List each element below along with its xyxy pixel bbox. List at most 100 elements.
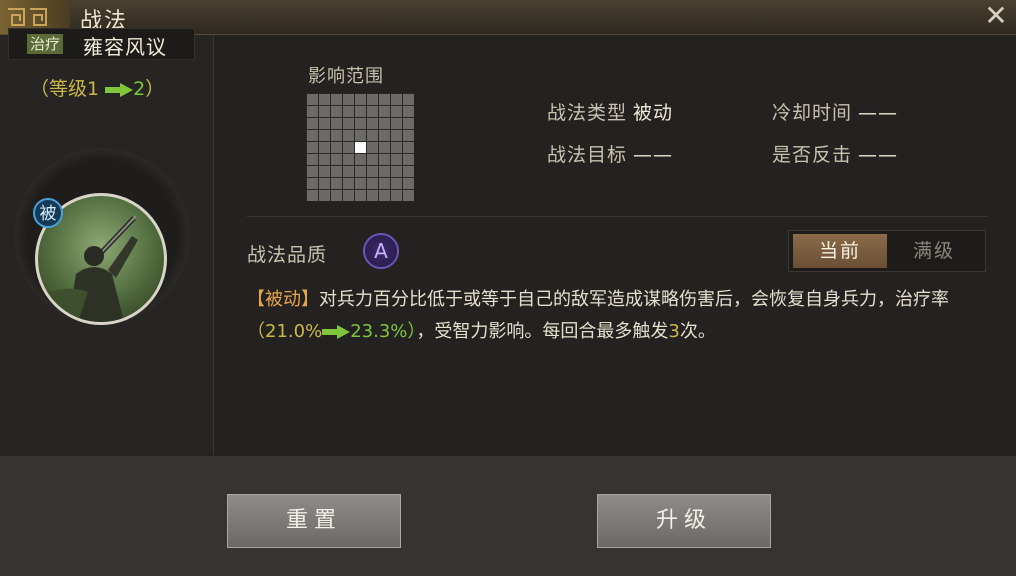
- range-cell: [307, 142, 318, 153]
- range-cell: [307, 190, 318, 201]
- range-cell: [391, 190, 402, 201]
- range-cell: [403, 142, 414, 153]
- range-cell: [343, 154, 354, 165]
- range-cell: [307, 106, 318, 117]
- level-to: 2: [133, 78, 146, 100]
- range-cell: [379, 190, 390, 201]
- desc-tag: 【被动】: [247, 289, 319, 310]
- range-cell: [331, 190, 342, 201]
- range-cell: [367, 190, 378, 201]
- range-cell: [319, 130, 330, 141]
- type-label: 战法类型: [547, 102, 628, 124]
- desc-count: 3: [668, 321, 680, 342]
- range-cell: [343, 190, 354, 201]
- info-target: 战法目标 ——: [547, 140, 673, 167]
- range-cell: [379, 106, 390, 117]
- range-cell: [319, 118, 330, 129]
- range-cell: [391, 142, 402, 153]
- range-cell: [367, 178, 378, 189]
- target-value: ——: [633, 144, 674, 166]
- arrow-right-icon: [322, 325, 351, 339]
- range-cell: [379, 154, 390, 165]
- range-cell: [403, 106, 414, 117]
- range-cell: [367, 94, 378, 105]
- range-cell: [319, 154, 330, 165]
- range-cell: [331, 118, 342, 129]
- range-cell: [367, 118, 378, 129]
- range-cell: [319, 94, 330, 105]
- range-cell: [307, 154, 318, 165]
- range-cell: [391, 178, 402, 189]
- range-grid: [306, 93, 414, 201]
- quality-label: 战法品质: [247, 244, 328, 266]
- range-cell: [355, 130, 366, 141]
- range-cell: [367, 166, 378, 177]
- range-cell: [331, 142, 342, 153]
- range-cell: [403, 166, 414, 177]
- toggle-max[interactable]: 满级: [887, 234, 981, 268]
- range-cell: [403, 94, 414, 105]
- range-cell: [319, 166, 330, 177]
- range-cell: [343, 106, 354, 117]
- divider: [247, 216, 987, 217]
- desc-text-1: 对兵力百分比低于或等于自己的敌军造成谋略伤害后，会恢复自身兵力，治疗率: [319, 289, 949, 310]
- range-cell: [391, 154, 402, 165]
- range-cell: [307, 166, 318, 177]
- range-cell: [379, 142, 390, 153]
- range-cell: [355, 178, 366, 189]
- range-cell: [403, 190, 414, 201]
- range-cell: [403, 178, 414, 189]
- range-cell: [331, 94, 342, 105]
- range-cell: [343, 166, 354, 177]
- range-cell: [403, 154, 414, 165]
- range-label: 影响范围: [308, 66, 384, 87]
- range-cell: [331, 106, 342, 117]
- range-cell: [355, 106, 366, 117]
- range-cell: [355, 118, 366, 129]
- info-counter: 是否反击 ——: [772, 140, 898, 167]
- footer-bar: [0, 456, 1016, 576]
- range-cell: [307, 94, 318, 105]
- upgrade-button[interactable]: 升级: [597, 494, 771, 548]
- type-value: 被动: [633, 102, 674, 124]
- category-tag: 治疗: [27, 34, 64, 54]
- range-cell: [331, 178, 342, 189]
- range-cell: [331, 154, 342, 165]
- info-type: 战法类型 被动: [547, 98, 673, 125]
- range-cell: [403, 118, 414, 129]
- range-cell: [319, 190, 330, 201]
- range-cell: [379, 130, 390, 141]
- range-cell: [331, 166, 342, 177]
- skill-description: 【被动】对兵力百分比低于或等于自己的敌军造成谋略伤害后，会恢复自身兵力，治疗率 （…: [247, 284, 992, 348]
- cooldown-value: ——: [858, 102, 899, 124]
- range-cell: [403, 130, 414, 141]
- cooldown-label: 冷却时间: [772, 102, 853, 124]
- range-cell: [367, 106, 378, 117]
- range-cell: [379, 178, 390, 189]
- range-cell: [343, 130, 354, 141]
- skill-name: 雍容风议: [83, 35, 167, 59]
- range-cell: [391, 130, 402, 141]
- range-cell: [355, 94, 366, 105]
- counter-label: 是否反击: [772, 144, 853, 166]
- range-cell: [367, 142, 378, 153]
- arrow-right-icon: [105, 82, 134, 97]
- level-indicator: （等级1 2）: [30, 74, 164, 101]
- range-cell: [367, 130, 378, 141]
- range-cell: [391, 118, 402, 129]
- range-cell: [379, 94, 390, 105]
- close-icon[interactable]: ✕: [982, 2, 1010, 30]
- range-cell: [391, 94, 402, 105]
- range-cell: [319, 106, 330, 117]
- range-cell: [355, 154, 366, 165]
- skill-name-box: 治疗 雍容风议: [8, 28, 195, 60]
- range-cell: [307, 178, 318, 189]
- range-cell: [379, 166, 390, 177]
- desc-text-2: ，受智力影响。每回合最多触发: [416, 321, 669, 342]
- range-cell: [367, 154, 378, 165]
- range-cell: [331, 130, 342, 141]
- toggle-current[interactable]: 当前: [793, 234, 887, 268]
- desc-new-value: 23.3%: [350, 321, 408, 342]
- range-cell: [319, 142, 330, 153]
- reset-button[interactable]: 重置: [227, 494, 401, 548]
